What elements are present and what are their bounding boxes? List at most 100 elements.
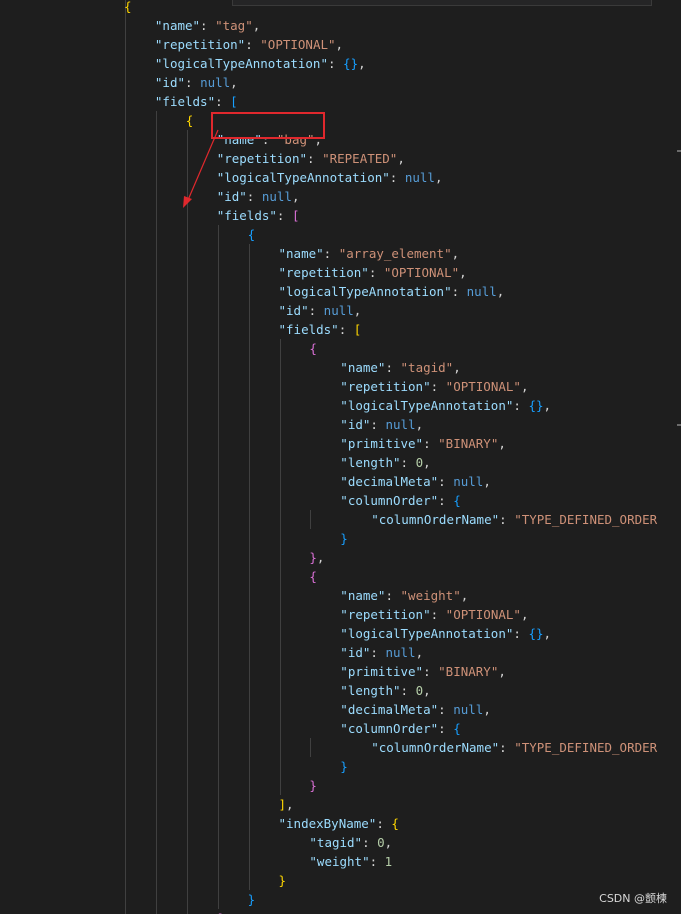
code-token: "name" — [278, 246, 324, 261]
code-token: , — [286, 797, 294, 812]
code-editor[interactable]: {"name": "tag", "repetition": "OPTIONAL",… — [0, 0, 681, 914]
code-line: } — [340, 757, 348, 776]
code-token: : — [423, 436, 439, 451]
code-token: : — [385, 360, 401, 375]
highlight-box-bag-name — [211, 112, 325, 139]
code-token: null — [453, 474, 484, 489]
code-line: "id": null, — [217, 187, 300, 206]
code-token: , — [397, 151, 405, 166]
code-line: "name": "weight", — [340, 586, 468, 605]
code-token: } — [340, 759, 348, 774]
code-token: "weight" — [400, 588, 461, 603]
code-token: {} — [528, 398, 544, 413]
code-token: "BINARY" — [438, 436, 499, 451]
code-token: null — [323, 303, 354, 318]
code-token: "OPTIONAL" — [260, 37, 336, 52]
code-token: : — [327, 56, 344, 71]
code-line: "logicalTypeAnnotation": {}, — [340, 396, 551, 415]
code-token: : — [513, 626, 529, 641]
code-token: null — [261, 189, 292, 204]
code-token: "indexByName" — [278, 816, 377, 831]
code-token: : — [430, 607, 446, 622]
code-token: : — [307, 151, 323, 166]
code-line: "fields": [ — [155, 92, 238, 111]
code-token: "repetition" — [340, 607, 431, 622]
code-token: : — [423, 664, 439, 679]
code-token: "length" — [340, 455, 401, 470]
code-token: null — [200, 75, 231, 90]
code-token: { — [453, 721, 461, 736]
code-line: "weight": 1 — [309, 852, 392, 871]
code-token: , — [483, 702, 491, 717]
code-token: null — [385, 645, 416, 660]
code-line: "repetition": "OPTIONAL", — [340, 605, 528, 624]
code-token: , — [498, 436, 506, 451]
code-token: ] — [278, 797, 287, 812]
code-token: "TYPE_DEFINED_ORDER — [514, 740, 658, 755]
code-line: "logicalTypeAnnotation": null, — [279, 282, 505, 301]
code-line: "length": 0, — [340, 681, 430, 700]
code-line: "logicalTypeAnnotation": {}, — [340, 624, 551, 643]
code-token: , — [384, 835, 393, 850]
indent-guide — [310, 738, 312, 757]
code-token: , — [423, 683, 431, 698]
code-token: null — [404, 170, 435, 185]
code-token: { — [309, 341, 317, 356]
code-line: "primitive": "BINARY", — [340, 434, 506, 453]
code-token: , — [358, 56, 366, 71]
code-token: , — [252, 18, 261, 33]
code-token: : — [215, 94, 231, 109]
code-token: "BINARY" — [438, 664, 499, 679]
code-token: null — [385, 417, 416, 432]
indent-guide — [310, 510, 312, 529]
code-token: "tagid" — [400, 360, 454, 375]
code-token: : — [323, 246, 339, 261]
code-token: null — [466, 284, 497, 299]
code-token: : — [185, 75, 201, 90]
watermark: CSDN @颤楝 — [599, 892, 667, 905]
code-token: "logicalTypeAnnotation" — [340, 626, 514, 641]
code-token: : — [276, 208, 292, 223]
code-token: "repetition" — [340, 379, 431, 394]
code-line: "id": null, — [340, 643, 423, 662]
find-widget-edge — [232, 0, 652, 6]
code-token: , — [520, 607, 529, 622]
code-token: "REPEATED" — [322, 151, 398, 166]
code-line: "columnOrderName": "TYPE_DEFINED_ORDER — [371, 738, 657, 757]
code-token: : — [430, 379, 446, 394]
code-line: "columnOrder": { — [340, 719, 460, 738]
code-token: } — [247, 892, 256, 907]
code-line: "length": 0, — [340, 453, 430, 472]
code-token: "repetition" — [154, 37, 246, 52]
code-token: [ — [291, 208, 300, 223]
code-line: "tagid": 0, — [309, 833, 392, 852]
indent-guide — [155, 111, 157, 914]
code-token: "name" — [154, 18, 201, 33]
code-token: : — [499, 740, 515, 755]
code-token: } — [309, 550, 317, 565]
code-token: , — [291, 189, 300, 204]
code-token: : — [438, 493, 454, 508]
code-line: "repetition": "REPEATED", — [217, 149, 405, 168]
code-line: "fields": [ — [217, 206, 300, 225]
code-token: "decimalMeta" — [340, 702, 439, 717]
code-token: "id" — [340, 645, 371, 660]
code-token: "primitive" — [340, 436, 424, 451]
code-token: "tagid" — [309, 835, 363, 850]
code-line: "repetition": "OPTIONAL", — [155, 35, 343, 54]
code-line: "indexByName": { — [279, 814, 399, 833]
code-line: "repetition": "OPTIONAL", — [340, 377, 528, 396]
code-token: "id" — [278, 303, 309, 318]
code-line: { — [309, 339, 317, 358]
code-token: "logicalTypeAnnotation" — [154, 56, 328, 71]
code-token: , — [483, 474, 491, 489]
code-token: , — [415, 645, 424, 660]
code-token: { — [124, 0, 132, 14]
code-line: } — [309, 776, 317, 795]
code-token: "id" — [154, 75, 185, 90]
code-line: { — [186, 111, 194, 130]
code-token: : — [246, 189, 262, 204]
indent-guide — [125, 0, 126, 914]
code-token: "length" — [340, 683, 401, 698]
code-line: "name": "array_element", — [279, 244, 460, 263]
